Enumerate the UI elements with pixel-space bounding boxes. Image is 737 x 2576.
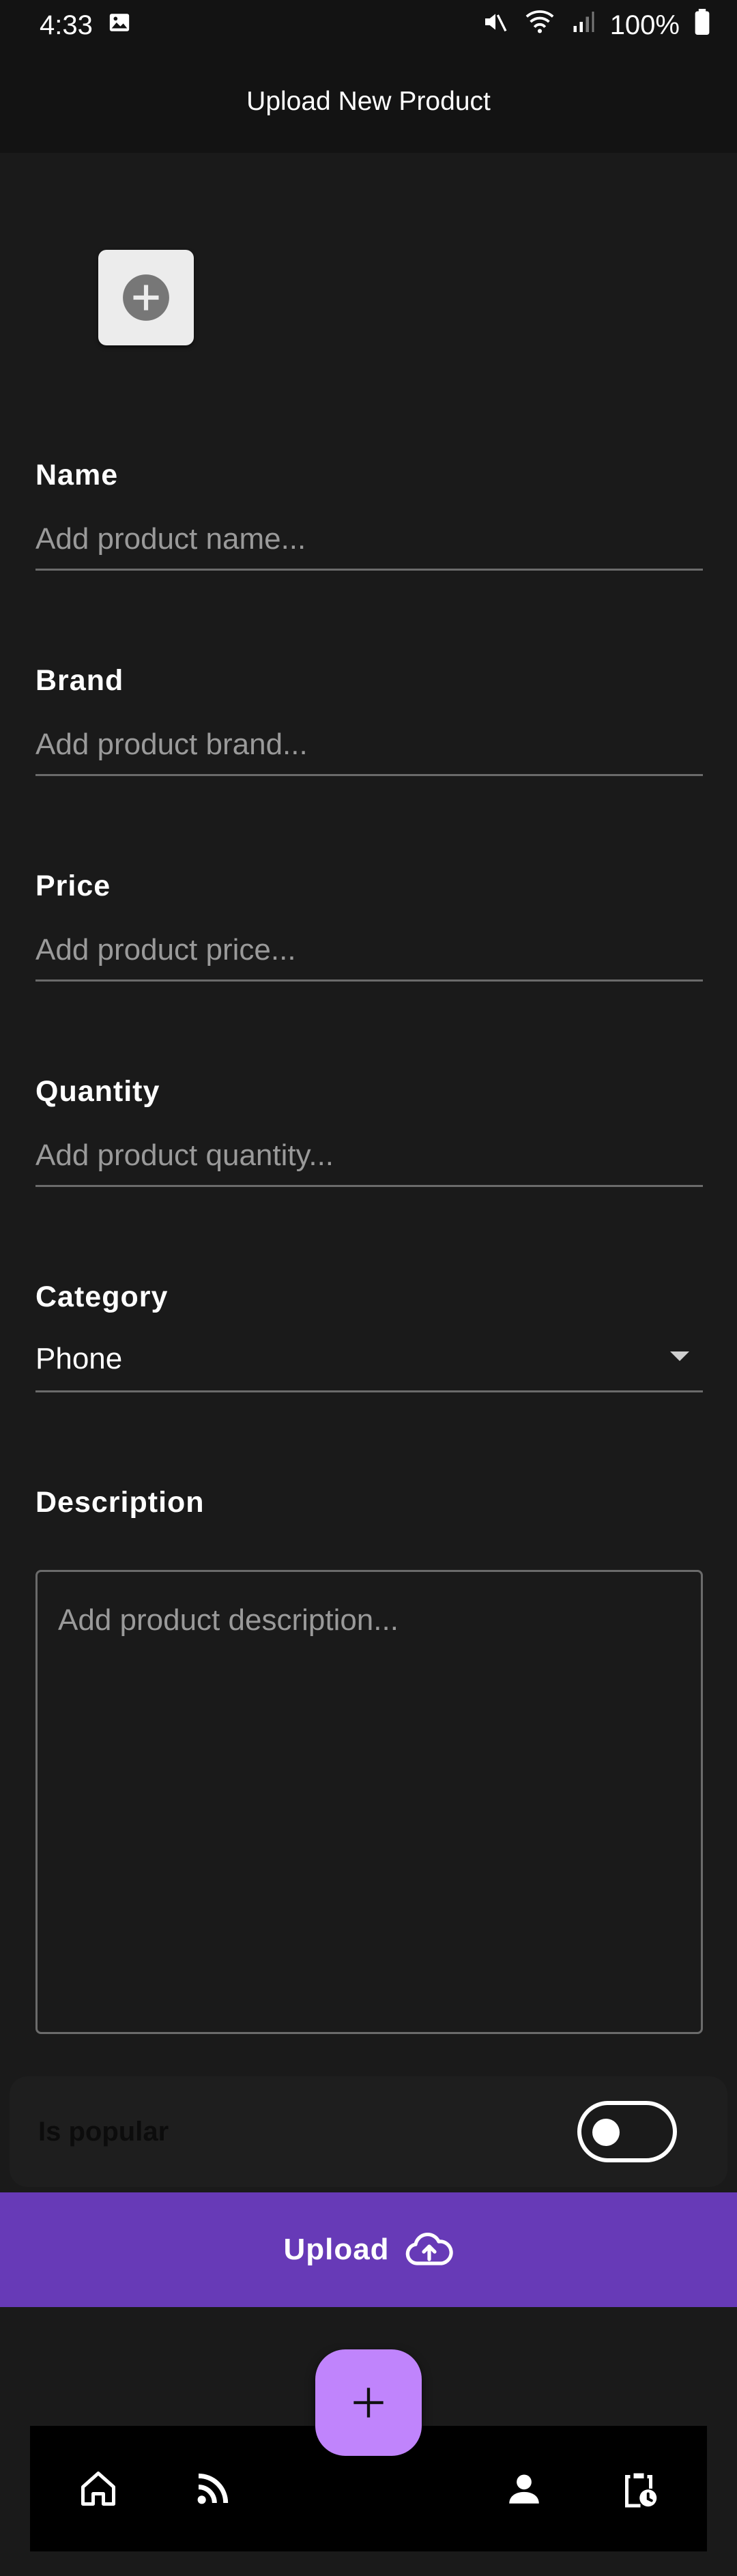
add-circle-icon <box>123 274 169 321</box>
person-icon <box>509 2474 539 2504</box>
popular-toggle-row: Is popular <box>10 2076 727 2187</box>
name-label: Name <box>35 459 119 491</box>
status-time: 4:33 <box>40 10 93 40</box>
battery-label: 100% <box>609 10 680 40</box>
status-left: 4:33 <box>40 10 131 41</box>
wifi-icon <box>524 8 555 42</box>
add-image-button[interactable] <box>98 250 194 345</box>
popular-label: Is popular <box>38 2116 169 2147</box>
price-input[interactable] <box>35 906 703 982</box>
status-right: 100% <box>482 8 710 42</box>
mute-icon <box>482 8 509 42</box>
popular-switch[interactable] <box>577 2101 677 2162</box>
gallery-icon <box>108 10 131 41</box>
plus-icon <box>353 2388 384 2418</box>
name-input[interactable] <box>35 496 703 571</box>
battery-icon <box>695 9 710 42</box>
description-field-group: Description <box>35 1482 703 1523</box>
nav-profile[interactable] <box>497 2461 551 2516</box>
category-field-group: Category Phone <box>35 1276 703 1392</box>
page-title: Upload New Product <box>246 87 491 116</box>
description-label: Description <box>35 1486 205 1519</box>
brand-label: Brand <box>35 664 124 697</box>
category-select[interactable]: Phone <box>35 1317 703 1392</box>
nav-orders[interactable] <box>611 2461 666 2516</box>
home-icon <box>81 2472 115 2506</box>
quantity-field-group: Quantity <box>35 1071 703 1187</box>
upload-button[interactable]: Upload <box>0 2192 737 2307</box>
clipboard-clock-icon <box>625 2473 657 2508</box>
dropdown-arrow-icon <box>670 1351 689 1361</box>
nav-feed[interactable] <box>186 2461 240 2516</box>
add-product-fab[interactable] <box>315 2349 422 2456</box>
quantity-label: Quantity <box>35 1075 160 1108</box>
nav-home[interactable] <box>71 2461 126 2516</box>
signal-icon <box>570 10 595 41</box>
price-label: Price <box>35 870 111 902</box>
category-value: Phone <box>35 1341 123 1375</box>
quantity-input[interactable] <box>35 1112 703 1187</box>
brand-field-group: Brand <box>35 660 703 776</box>
app-bar: Upload New Product <box>0 51 737 153</box>
price-field-group: Price <box>35 865 703 982</box>
category-label: Category <box>35 1280 169 1313</box>
name-field-group: Name <box>35 455 703 571</box>
cloud-upload-icon <box>405 2233 453 2265</box>
switch-knob <box>592 2119 620 2146</box>
upload-label: Upload <box>283 2233 390 2266</box>
description-input[interactable] <box>35 1570 703 2034</box>
feed-icon <box>197 2473 229 2504</box>
status-bar: 4:33 100% <box>0 0 737 51</box>
brand-input[interactable] <box>35 701 703 776</box>
